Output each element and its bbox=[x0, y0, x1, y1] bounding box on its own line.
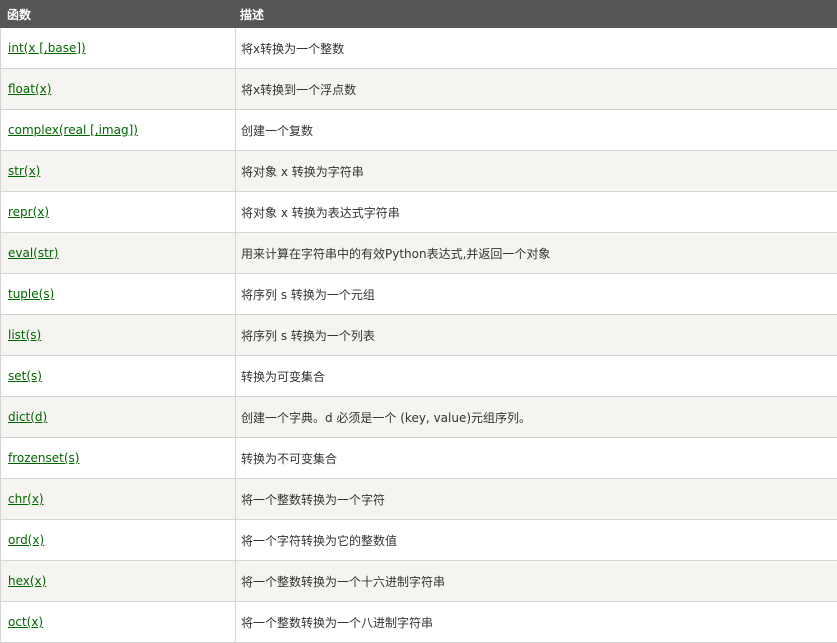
table-row: eval(str) 用来计算在字符串中的有效Python表达式,并返回一个对象 bbox=[0, 232, 837, 274]
function-link[interactable]: str(x) bbox=[8, 164, 40, 178]
function-link[interactable]: int(x [,base]) bbox=[8, 41, 86, 55]
function-link[interactable]: chr(x) bbox=[8, 492, 44, 506]
description-cell: 将序列 s 转换为一个元组 bbox=[235, 273, 837, 315]
table-row: chr(x) 将一个整数转换为一个字符 bbox=[0, 478, 837, 520]
function-cell: complex(real [,imag]) bbox=[0, 109, 236, 151]
table-row: float(x) 将x转换到一个浮点数 bbox=[0, 68, 837, 110]
table-row: complex(real [,imag]) 创建一个复数 bbox=[0, 109, 837, 151]
function-cell: eval(str) bbox=[0, 232, 236, 274]
table-row: oct(x) 将一个整数转换为一个八进制字符串 bbox=[0, 601, 837, 643]
table-row: tuple(s) 将序列 s 转换为一个元组 bbox=[0, 273, 837, 315]
function-cell: hex(x) bbox=[0, 560, 236, 602]
function-link[interactable]: oct(x) bbox=[8, 615, 43, 629]
description-cell: 用来计算在字符串中的有效Python表达式,并返回一个对象 bbox=[235, 232, 837, 274]
function-link[interactable]: dict(d) bbox=[8, 410, 47, 424]
function-cell: str(x) bbox=[0, 150, 236, 192]
header-function: 函数 bbox=[0, 0, 236, 28]
table-row: str(x) 将对象 x 转换为字符串 bbox=[0, 150, 837, 192]
function-cell: int(x [,base]) bbox=[0, 27, 236, 69]
description-cell: 将对象 x 转换为字符串 bbox=[235, 150, 837, 192]
table-row: dict(d) 创建一个字典。d 必须是一个 (key, value)元组序列。 bbox=[0, 396, 837, 438]
description-cell: 将一个整数转换为一个十六进制字符串 bbox=[235, 560, 837, 602]
table-row: hex(x) 将一个整数转换为一个十六进制字符串 bbox=[0, 560, 837, 602]
function-link[interactable]: list(s) bbox=[8, 328, 41, 342]
table-row: int(x [,base]) 将x转换为一个整数 bbox=[0, 27, 837, 69]
function-cell: oct(x) bbox=[0, 601, 236, 643]
function-link[interactable]: complex(real [,imag]) bbox=[8, 123, 138, 137]
function-link[interactable]: ord(x) bbox=[8, 533, 44, 547]
function-link[interactable]: frozenset(s) bbox=[8, 451, 79, 465]
description-cell: 将x转换到一个浮点数 bbox=[235, 68, 837, 110]
table-row: frozenset(s) 转换为不可变集合 bbox=[0, 437, 837, 479]
header-row: 函数 描述 bbox=[0, 0, 837, 28]
table-row: repr(x) 将对象 x 转换为表达式字符串 bbox=[0, 191, 837, 233]
header-description: 描述 bbox=[235, 0, 837, 28]
functions-table: 函数 描述 int(x [,base]) 将x转换为一个整数 float(x) … bbox=[0, 0, 837, 643]
table-row: set(s) 转换为可变集合 bbox=[0, 355, 837, 397]
description-cell: 转换为不可变集合 bbox=[235, 437, 837, 479]
description-cell: 创建一个复数 bbox=[235, 109, 837, 151]
description-cell: 将一个整数转换为一个字符 bbox=[235, 478, 837, 520]
description-cell: 创建一个字典。d 必须是一个 (key, value)元组序列。 bbox=[235, 396, 837, 438]
function-link[interactable]: set(s) bbox=[8, 369, 42, 383]
function-cell: dict(d) bbox=[0, 396, 236, 438]
function-cell: ord(x) bbox=[0, 519, 236, 561]
function-cell: list(s) bbox=[0, 314, 236, 356]
function-link[interactable]: eval(str) bbox=[8, 246, 58, 260]
function-cell: repr(x) bbox=[0, 191, 236, 233]
table-row: ord(x) 将一个字符转换为它的整数值 bbox=[0, 519, 837, 561]
function-cell: float(x) bbox=[0, 68, 236, 110]
function-link[interactable]: repr(x) bbox=[8, 205, 49, 219]
function-cell: set(s) bbox=[0, 355, 236, 397]
function-cell: chr(x) bbox=[0, 478, 236, 520]
table-row: list(s) 将序列 s 转换为一个列表 bbox=[0, 314, 837, 356]
description-cell: 转换为可变集合 bbox=[235, 355, 837, 397]
description-cell: 将序列 s 转换为一个列表 bbox=[235, 314, 837, 356]
function-link[interactable]: tuple(s) bbox=[8, 287, 54, 301]
description-cell: 将一个字符转换为它的整数值 bbox=[235, 519, 837, 561]
function-link[interactable]: float(x) bbox=[8, 82, 51, 96]
table-body: int(x [,base]) 将x转换为一个整数 float(x) 将x转换到一… bbox=[0, 27, 837, 643]
function-cell: frozenset(s) bbox=[0, 437, 236, 479]
table-header: 函数 描述 bbox=[0, 0, 837, 28]
description-cell: 将一个整数转换为一个八进制字符串 bbox=[235, 601, 837, 643]
description-cell: 将x转换为一个整数 bbox=[235, 27, 837, 69]
function-cell: tuple(s) bbox=[0, 273, 236, 315]
function-link[interactable]: hex(x) bbox=[8, 574, 46, 588]
description-cell: 将对象 x 转换为表达式字符串 bbox=[235, 191, 837, 233]
